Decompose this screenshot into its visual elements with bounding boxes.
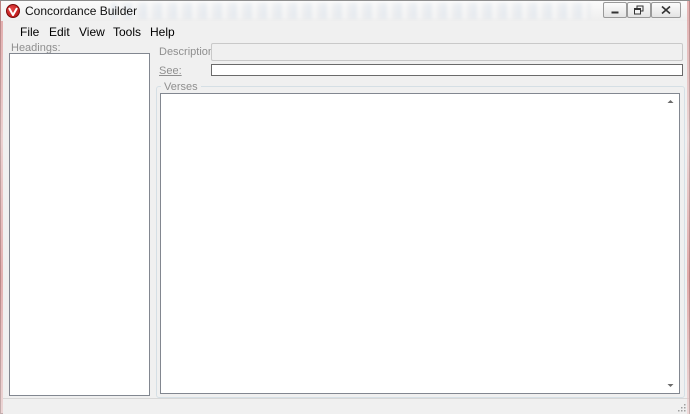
verses-textarea[interactable] — [160, 93, 680, 394]
scroll-up-icon[interactable] — [666, 97, 675, 106]
app-window: Concordance Builder File Edit View Tools… — [0, 0, 690, 414]
restore-button[interactable] — [627, 2, 651, 18]
menu-view[interactable]: View — [77, 25, 107, 39]
menu-tools[interactable]: Tools — [111, 25, 143, 39]
headings-list[interactable] — [9, 53, 150, 396]
menu-file[interactable]: File — [18, 25, 41, 39]
window-title: Concordance Builder — [25, 4, 138, 18]
description-field — [211, 43, 683, 61]
verses-label: Verses — [161, 81, 201, 93]
description-label: Description: — [159, 46, 218, 58]
background-blur — [111, 3, 591, 19]
status-bar — [3, 398, 689, 414]
title-bar[interactable]: Concordance Builder — [1, 1, 689, 21]
app-logo-icon[interactable] — [6, 4, 20, 18]
verses-scrollbar[interactable] — [662, 94, 679, 393]
scroll-down-icon[interactable] — [666, 381, 675, 390]
menu-edit[interactable]: Edit — [47, 25, 72, 39]
menu-bar: File Edit View Tools Help — [3, 22, 689, 42]
close-button[interactable] — [651, 2, 681, 18]
see-label: See: — [159, 65, 182, 77]
menu-help[interactable]: Help — [148, 25, 177, 39]
minimize-button[interactable] — [603, 2, 627, 18]
see-field[interactable] — [211, 64, 683, 76]
size-grip-icon[interactable] — [676, 402, 686, 412]
